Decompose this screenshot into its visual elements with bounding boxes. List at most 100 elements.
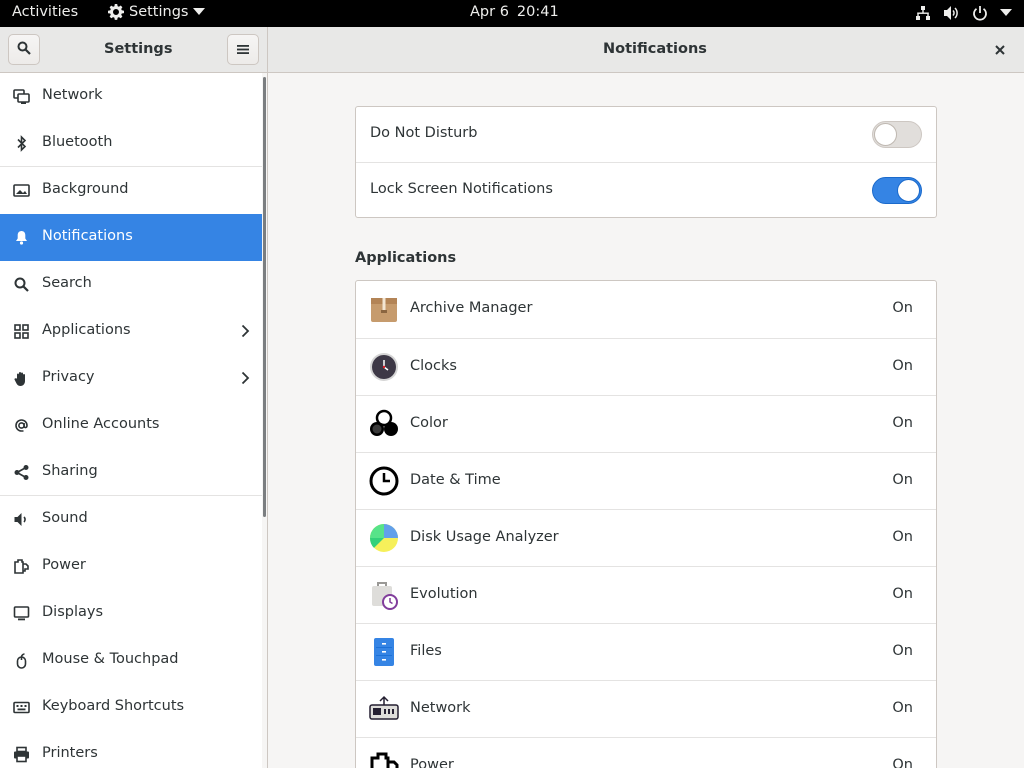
app-name: Color [410, 415, 448, 431]
app-name: Archive Manager [410, 300, 533, 316]
lock-screen-notifications-row[interactable]: Lock Screen Notifications [356, 162, 936, 217]
app-row-color[interactable]: Color On [356, 395, 936, 452]
sidebar-item-notifications[interactable]: Notifications [0, 214, 262, 261]
app-menu-label: Settings [129, 4, 189, 20]
sidebar-item-search[interactable]: Search [0, 261, 262, 308]
sidebar-item-network[interactable]: Network [0, 73, 262, 120]
sidebar: Network Bluetooth Background Notificatio… [0, 73, 262, 768]
app-row-evolution[interactable]: Evolution On [356, 566, 936, 623]
caret-down-icon [1000, 9, 1012, 17]
sidebar-item-sound[interactable]: Sound [0, 496, 262, 543]
app-name: Evolution [410, 586, 478, 602]
app-name: Network [410, 700, 471, 716]
app-notification-state: On [892, 643, 913, 659]
sidebar-item-privacy[interactable]: Privacy [0, 355, 262, 402]
evolution-icon [372, 582, 398, 610]
apps-grid-icon [13, 323, 30, 340]
app-notification-state: On [892, 529, 913, 545]
chevron-right-icon [241, 324, 250, 342]
top-bar: Activities Settings Apr 6 20:41 [0, 0, 1024, 27]
app-notification-state: On [892, 358, 913, 374]
wired-network-icon [915, 5, 931, 21]
bell-icon [13, 229, 30, 246]
power-icon [972, 5, 988, 21]
chevron-right-icon [241, 371, 250, 389]
sidebar-item-displays[interactable]: Displays [0, 590, 262, 637]
switch-knob [897, 179, 920, 202]
display-icon [13, 605, 30, 622]
sidebar-item-applications[interactable]: Applications [0, 308, 262, 355]
app-notification-state: On [892, 700, 913, 716]
search-button[interactable] [8, 34, 40, 65]
speaker-icon [13, 511, 30, 528]
app-name: Clocks [410, 358, 457, 374]
files-icon [374, 638, 394, 666]
applications-heading: Applications [355, 250, 457, 266]
app-notification-state: On [892, 586, 913, 602]
sidebar-item-label: Mouse & Touchpad [42, 651, 179, 667]
sidebar-item-sharing[interactable]: Sharing [0, 449, 262, 496]
app-row-date-time[interactable]: Date & Time On [356, 452, 936, 509]
sidebar-item-printers[interactable]: Printers [0, 731, 262, 768]
header-bar: Settings Notifications [0, 27, 1024, 73]
sidebar-item-power[interactable]: Power [0, 543, 262, 590]
do-not-disturb-row[interactable]: Do Not Disturb [356, 107, 936, 162]
sidebar-item-background[interactable]: Background [0, 167, 262, 214]
app-row-disk-usage-analyzer[interactable]: Disk Usage Analyzer On [356, 509, 936, 566]
date-time-icon [369, 466, 399, 496]
close-icon [995, 40, 1005, 59]
network-icon [13, 88, 30, 105]
search-icon [13, 276, 30, 293]
app-menu[interactable]: Settings [108, 4, 206, 20]
activities-button[interactable]: Activities [12, 4, 78, 20]
sidebar-item-label: Sound [42, 510, 88, 526]
app-notification-state: On [892, 415, 913, 431]
background-icon [13, 182, 30, 199]
disk-usage-icon [369, 524, 398, 552]
close-button[interactable] [992, 41, 1008, 57]
sidebar-item-label: Bluetooth [42, 134, 113, 150]
sidebar-scrollbar[interactable] [262, 73, 268, 768]
app-row-clocks[interactable]: Clocks On [356, 338, 936, 395]
search-icon [17, 40, 31, 59]
network-app-icon [369, 695, 399, 720]
sidebar-item-label: Sharing [42, 463, 98, 479]
sidebar-item-keyboard-shortcuts[interactable]: Keyboard Shortcuts [0, 684, 262, 731]
caret-down-icon [193, 8, 206, 16]
page-title: Notifications [603, 41, 707, 57]
gear-icon [108, 4, 124, 20]
primary-menu-button[interactable] [227, 34, 259, 65]
clock[interactable]: Apr 6 20:41 [470, 4, 559, 20]
power-plug-icon [13, 558, 30, 575]
app-row-network[interactable]: Network On [356, 680, 936, 737]
app-row-archive-manager[interactable]: Archive Manager On [356, 281, 936, 338]
switch-knob [874, 123, 897, 146]
app-row-power[interactable]: Power On [356, 737, 936, 768]
sidebar-item-bluetooth[interactable]: Bluetooth [0, 120, 262, 167]
sidebar-header: Settings [0, 27, 268, 73]
lock-screen-notifications-switch[interactable] [872, 177, 922, 204]
at-icon [13, 417, 30, 434]
sidebar-item-label: Power [42, 557, 86, 573]
app-name: Date & Time [410, 472, 501, 488]
sidebar-item-label: Printers [42, 745, 98, 761]
sidebar-item-mouse-touchpad[interactable]: Mouse & Touchpad [0, 637, 262, 684]
bluetooth-icon [13, 135, 30, 152]
do-not-disturb-switch[interactable] [872, 121, 922, 148]
sidebar-item-label: Network [42, 87, 103, 103]
sidebar-item-online-accounts[interactable]: Online Accounts [0, 402, 262, 449]
sidebar-item-label: Privacy [42, 369, 95, 385]
sidebar-item-label: Search [42, 275, 92, 291]
clock-time: 20:41 [516, 4, 559, 20]
mouse-icon [13, 652, 30, 669]
app-row-files[interactable]: Files On [356, 623, 936, 680]
system-tray[interactable] [915, 5, 1012, 21]
power-app-icon [370, 752, 399, 768]
scrollbar-thumb[interactable] [263, 77, 266, 517]
volume-icon [943, 5, 960, 21]
color-icon [370, 409, 398, 436]
lock-screen-notifications-label: Lock Screen Notifications [370, 181, 553, 197]
app-notification-state: On [892, 300, 913, 316]
sidebar-item-label: Displays [42, 604, 104, 620]
app-name: Disk Usage Analyzer [410, 529, 559, 545]
